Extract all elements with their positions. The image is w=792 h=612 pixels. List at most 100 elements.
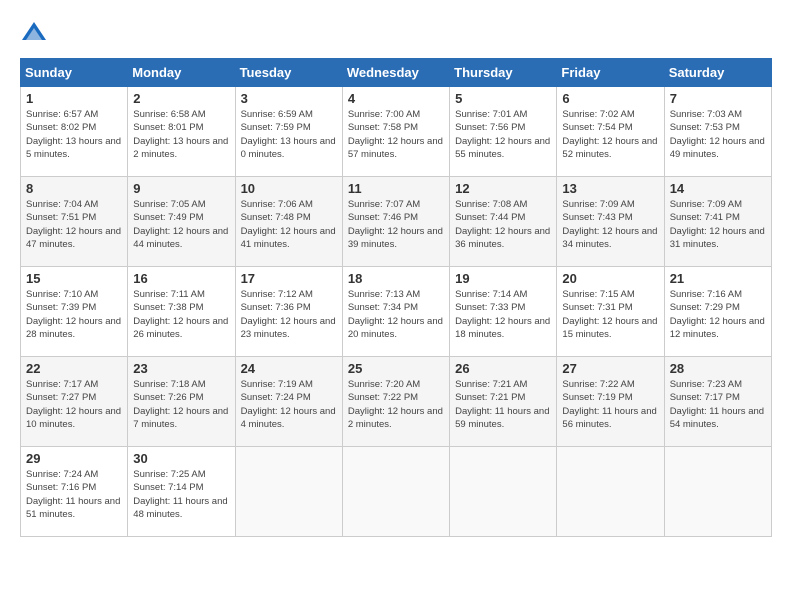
day-info: Sunrise: 7:00 AM Sunset: 7:58 PM Dayligh… bbox=[348, 108, 444, 161]
day-info: Sunrise: 7:11 AM Sunset: 7:38 PM Dayligh… bbox=[133, 288, 229, 341]
day-info: Sunrise: 7:14 AM Sunset: 7:33 PM Dayligh… bbox=[455, 288, 551, 341]
day-number: 17 bbox=[241, 271, 337, 286]
calendar-cell bbox=[664, 447, 771, 537]
day-number: 24 bbox=[241, 361, 337, 376]
calendar-cell: 17 Sunrise: 7:12 AM Sunset: 7:36 PM Dayl… bbox=[235, 267, 342, 357]
header-cell-monday: Monday bbox=[128, 59, 235, 87]
day-number: 3 bbox=[241, 91, 337, 106]
day-info: Sunrise: 7:05 AM Sunset: 7:49 PM Dayligh… bbox=[133, 198, 229, 251]
calendar-cell bbox=[342, 447, 449, 537]
logo bbox=[20, 20, 52, 48]
calendar-cell: 30 Sunrise: 7:25 AM Sunset: 7:14 PM Dayl… bbox=[128, 447, 235, 537]
header-cell-thursday: Thursday bbox=[450, 59, 557, 87]
day-info: Sunrise: 7:06 AM Sunset: 7:48 PM Dayligh… bbox=[241, 198, 337, 251]
calendar-cell: 14 Sunrise: 7:09 AM Sunset: 7:41 PM Dayl… bbox=[664, 177, 771, 267]
day-info: Sunrise: 6:58 AM Sunset: 8:01 PM Dayligh… bbox=[133, 108, 229, 161]
day-number: 28 bbox=[670, 361, 766, 376]
day-number: 20 bbox=[562, 271, 658, 286]
day-info: Sunrise: 7:21 AM Sunset: 7:21 PM Dayligh… bbox=[455, 378, 551, 431]
day-number: 11 bbox=[348, 181, 444, 196]
day-number: 13 bbox=[562, 181, 658, 196]
day-info: Sunrise: 6:57 AM Sunset: 8:02 PM Dayligh… bbox=[26, 108, 122, 161]
day-number: 25 bbox=[348, 361, 444, 376]
day-info: Sunrise: 7:24 AM Sunset: 7:16 PM Dayligh… bbox=[26, 468, 122, 521]
day-info: Sunrise: 7:17 AM Sunset: 7:27 PM Dayligh… bbox=[26, 378, 122, 431]
calendar-cell: 12 Sunrise: 7:08 AM Sunset: 7:44 PM Dayl… bbox=[450, 177, 557, 267]
calendar-week-row: 8 Sunrise: 7:04 AM Sunset: 7:51 PM Dayli… bbox=[21, 177, 772, 267]
calendar-cell: 11 Sunrise: 7:07 AM Sunset: 7:46 PM Dayl… bbox=[342, 177, 449, 267]
day-number: 14 bbox=[670, 181, 766, 196]
day-info: Sunrise: 7:13 AM Sunset: 7:34 PM Dayligh… bbox=[348, 288, 444, 341]
calendar-cell: 1 Sunrise: 6:57 AM Sunset: 8:02 PM Dayli… bbox=[21, 87, 128, 177]
day-number: 16 bbox=[133, 271, 229, 286]
calendar-cell: 27 Sunrise: 7:22 AM Sunset: 7:19 PM Dayl… bbox=[557, 357, 664, 447]
day-number: 27 bbox=[562, 361, 658, 376]
calendar-body: 1 Sunrise: 6:57 AM Sunset: 8:02 PM Dayli… bbox=[21, 87, 772, 537]
calendar-cell: 24 Sunrise: 7:19 AM Sunset: 7:24 PM Dayl… bbox=[235, 357, 342, 447]
calendar-cell: 15 Sunrise: 7:10 AM Sunset: 7:39 PM Dayl… bbox=[21, 267, 128, 357]
day-info: Sunrise: 7:19 AM Sunset: 7:24 PM Dayligh… bbox=[241, 378, 337, 431]
calendar-cell: 26 Sunrise: 7:21 AM Sunset: 7:21 PM Dayl… bbox=[450, 357, 557, 447]
day-number: 8 bbox=[26, 181, 122, 196]
calendar-table: SundayMondayTuesdayWednesdayThursdayFrid… bbox=[20, 58, 772, 537]
calendar-cell: 5 Sunrise: 7:01 AM Sunset: 7:56 PM Dayli… bbox=[450, 87, 557, 177]
calendar-cell bbox=[235, 447, 342, 537]
day-info: Sunrise: 7:04 AM Sunset: 7:51 PM Dayligh… bbox=[26, 198, 122, 251]
day-number: 18 bbox=[348, 271, 444, 286]
day-number: 30 bbox=[133, 451, 229, 466]
day-info: Sunrise: 7:09 AM Sunset: 7:41 PM Dayligh… bbox=[670, 198, 766, 251]
calendar-week-row: 1 Sunrise: 6:57 AM Sunset: 8:02 PM Dayli… bbox=[21, 87, 772, 177]
logo-icon bbox=[20, 20, 48, 48]
calendar-cell: 10 Sunrise: 7:06 AM Sunset: 7:48 PM Dayl… bbox=[235, 177, 342, 267]
calendar-cell bbox=[557, 447, 664, 537]
day-info: Sunrise: 7:03 AM Sunset: 7:53 PM Dayligh… bbox=[670, 108, 766, 161]
calendar-cell bbox=[450, 447, 557, 537]
day-info: Sunrise: 7:10 AM Sunset: 7:39 PM Dayligh… bbox=[26, 288, 122, 341]
day-info: Sunrise: 7:12 AM Sunset: 7:36 PM Dayligh… bbox=[241, 288, 337, 341]
day-number: 10 bbox=[241, 181, 337, 196]
calendar-cell: 29 Sunrise: 7:24 AM Sunset: 7:16 PM Dayl… bbox=[21, 447, 128, 537]
calendar-cell: 4 Sunrise: 7:00 AM Sunset: 7:58 PM Dayli… bbox=[342, 87, 449, 177]
day-number: 29 bbox=[26, 451, 122, 466]
calendar-cell: 25 Sunrise: 7:20 AM Sunset: 7:22 PM Dayl… bbox=[342, 357, 449, 447]
calendar-cell: 6 Sunrise: 7:02 AM Sunset: 7:54 PM Dayli… bbox=[557, 87, 664, 177]
calendar-cell: 23 Sunrise: 7:18 AM Sunset: 7:26 PM Dayl… bbox=[128, 357, 235, 447]
day-info: Sunrise: 7:09 AM Sunset: 7:43 PM Dayligh… bbox=[562, 198, 658, 251]
day-number: 5 bbox=[455, 91, 551, 106]
day-info: Sunrise: 7:25 AM Sunset: 7:14 PM Dayligh… bbox=[133, 468, 229, 521]
calendar-header: SundayMondayTuesdayWednesdayThursdayFrid… bbox=[21, 59, 772, 87]
day-info: Sunrise: 7:02 AM Sunset: 7:54 PM Dayligh… bbox=[562, 108, 658, 161]
calendar-cell: 16 Sunrise: 7:11 AM Sunset: 7:38 PM Dayl… bbox=[128, 267, 235, 357]
day-number: 19 bbox=[455, 271, 551, 286]
day-number: 2 bbox=[133, 91, 229, 106]
calendar-cell: 22 Sunrise: 7:17 AM Sunset: 7:27 PM Dayl… bbox=[21, 357, 128, 447]
day-info: Sunrise: 7:22 AM Sunset: 7:19 PM Dayligh… bbox=[562, 378, 658, 431]
day-info: Sunrise: 7:18 AM Sunset: 7:26 PM Dayligh… bbox=[133, 378, 229, 431]
day-number: 23 bbox=[133, 361, 229, 376]
calendar-cell: 20 Sunrise: 7:15 AM Sunset: 7:31 PM Dayl… bbox=[557, 267, 664, 357]
day-number: 1 bbox=[26, 91, 122, 106]
calendar-cell: 13 Sunrise: 7:09 AM Sunset: 7:43 PM Dayl… bbox=[557, 177, 664, 267]
calendar-week-row: 22 Sunrise: 7:17 AM Sunset: 7:27 PM Dayl… bbox=[21, 357, 772, 447]
calendar-cell: 7 Sunrise: 7:03 AM Sunset: 7:53 PM Dayli… bbox=[664, 87, 771, 177]
calendar-cell: 2 Sunrise: 6:58 AM Sunset: 8:01 PM Dayli… bbox=[128, 87, 235, 177]
calendar-cell: 9 Sunrise: 7:05 AM Sunset: 7:49 PM Dayli… bbox=[128, 177, 235, 267]
header-cell-tuesday: Tuesday bbox=[235, 59, 342, 87]
day-number: 26 bbox=[455, 361, 551, 376]
calendar-cell: 21 Sunrise: 7:16 AM Sunset: 7:29 PM Dayl… bbox=[664, 267, 771, 357]
header-cell-sunday: Sunday bbox=[21, 59, 128, 87]
calendar-cell: 8 Sunrise: 7:04 AM Sunset: 7:51 PM Dayli… bbox=[21, 177, 128, 267]
calendar-week-row: 15 Sunrise: 7:10 AM Sunset: 7:39 PM Dayl… bbox=[21, 267, 772, 357]
calendar-cell: 3 Sunrise: 6:59 AM Sunset: 7:59 PM Dayli… bbox=[235, 87, 342, 177]
day-number: 4 bbox=[348, 91, 444, 106]
day-info: Sunrise: 7:15 AM Sunset: 7:31 PM Dayligh… bbox=[562, 288, 658, 341]
calendar-week-row: 29 Sunrise: 7:24 AM Sunset: 7:16 PM Dayl… bbox=[21, 447, 772, 537]
day-number: 12 bbox=[455, 181, 551, 196]
header-cell-wednesday: Wednesday bbox=[342, 59, 449, 87]
header-row: SundayMondayTuesdayWednesdayThursdayFrid… bbox=[21, 59, 772, 87]
day-info: Sunrise: 7:01 AM Sunset: 7:56 PM Dayligh… bbox=[455, 108, 551, 161]
day-info: Sunrise: 7:20 AM Sunset: 7:22 PM Dayligh… bbox=[348, 378, 444, 431]
day-info: Sunrise: 7:23 AM Sunset: 7:17 PM Dayligh… bbox=[670, 378, 766, 431]
day-number: 6 bbox=[562, 91, 658, 106]
calendar-cell: 18 Sunrise: 7:13 AM Sunset: 7:34 PM Dayl… bbox=[342, 267, 449, 357]
